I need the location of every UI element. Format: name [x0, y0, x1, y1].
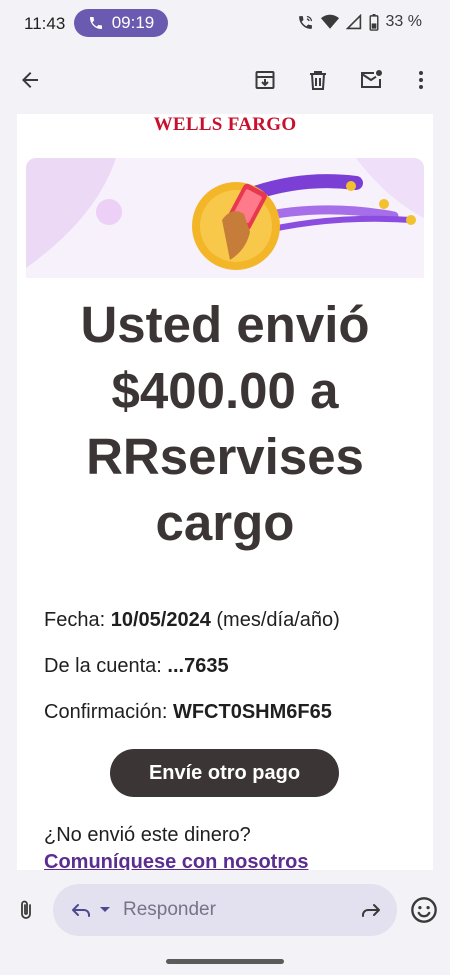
- email-body: WELLS FARGO Usted envió $400.00 a RRserv…: [17, 114, 433, 870]
- attach-button[interactable]: [10, 894, 42, 926]
- attachment-icon: [21, 900, 31, 919]
- wifi-icon: [320, 14, 339, 29]
- brand-logo: WELLS FARGO: [153, 114, 297, 135]
- reply-icon: [72, 904, 90, 917]
- email-headline: Usted envió $400.00 a RRservises cargo: [17, 292, 433, 556]
- chevron-down-icon[interactable]: [99, 906, 111, 914]
- emoji-icon[interactable]: [410, 896, 438, 924]
- contact-us-link[interactable]: Comuníquese con nosotros: [44, 851, 308, 870]
- headline-line: Usted envió: [80, 296, 370, 353]
- phone-icon: [89, 17, 102, 29]
- ongoing-call-chip[interactable]: 09:19: [74, 9, 168, 37]
- detail-label: De la cuenta:: [44, 655, 162, 677]
- reply-placeholder: Responder: [123, 899, 216, 920]
- payment-sent-illustration: [26, 158, 424, 270]
- app-bar: [0, 50, 450, 110]
- detail-suffix: (mes/día/año): [216, 609, 340, 631]
- status-bar: 11:43 09:19 33 %: [0, 0, 450, 46]
- detail-label: Confirmación:: [44, 701, 168, 723]
- forward-icon[interactable]: [359, 898, 383, 922]
- reply-bar: Responder: [0, 870, 450, 975]
- headline-line: RRservises: [86, 428, 364, 485]
- status-icons: 33 %: [297, 13, 422, 31]
- reply-input[interactable]: Responder: [53, 884, 397, 936]
- home-indicator[interactable]: [166, 959, 284, 964]
- wifi-calling-icon: [298, 15, 312, 29]
- more-vert-icon: [419, 71, 423, 89]
- detail-label: Fecha:: [44, 609, 106, 631]
- mark-unread-button[interactable]: [347, 50, 395, 110]
- detail-value: 10/05/2024: [110, 609, 211, 631]
- back-icon: [22, 72, 38, 88]
- headline-line: cargo: [155, 494, 295, 551]
- mark-unread-icon: [361, 70, 382, 88]
- delete-button[interactable]: [294, 50, 342, 110]
- fraud-question: ¿No envió este dinero?: [44, 824, 251, 846]
- detail-value: ...7635: [167, 655, 229, 677]
- headline-line: $400.00 a: [111, 362, 339, 419]
- hero-banner: [26, 158, 424, 278]
- delete-icon: [310, 71, 326, 90]
- detail-account: De la cuenta: ...7635: [44, 648, 424, 694]
- detail-value: WFCT0SHM6F65: [172, 701, 332, 723]
- call-timer: 09:19: [111, 13, 155, 32]
- status-time: 11:43: [24, 14, 66, 33]
- archive-icon: [255, 71, 275, 89]
- signal-icon: [345, 14, 361, 30]
- detail-confirmation: Confirmación: WFCT0SHM6F65: [44, 694, 424, 740]
- battery-icon: [369, 13, 379, 31]
- more-options-button[interactable]: [397, 50, 445, 110]
- battery-level: 33 %: [385, 13, 422, 30]
- transaction-details: Fecha: 10/05/2024 (mes/día/año) De la cu…: [44, 602, 424, 740]
- back-button[interactable]: [6, 50, 54, 110]
- send-another-payment-button[interactable]: Envíe otro pago: [110, 749, 339, 797]
- archive-button[interactable]: [241, 50, 289, 110]
- detail-date: Fecha: 10/05/2024 (mes/día/año): [44, 602, 424, 648]
